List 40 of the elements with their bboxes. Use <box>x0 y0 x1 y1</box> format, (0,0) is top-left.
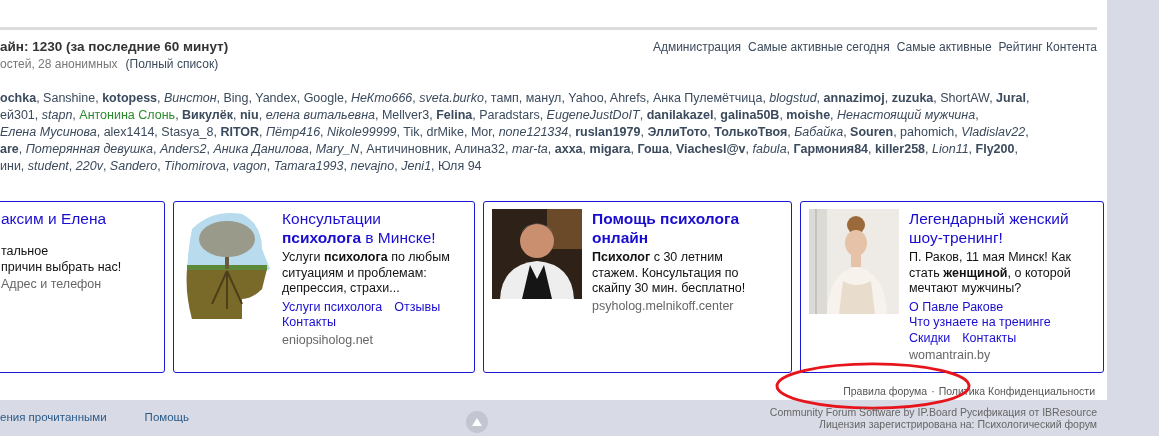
ad-link[interactable]: Контакты <box>282 315 336 331</box>
ad-link[interactable]: О Павле Ракове <box>909 299 1004 315</box>
credits-text: Лицензия зарегистрирована на: Психологический форум <box>818 418 1097 430</box>
ad-title[interactable]: Легендарный женский шоу-тренинг! <box>909 209 1099 247</box>
ad-link[interactable]: Что узнаете на тренинге <box>909 315 1051 331</box>
ad-title[interactable]: Помощь психолога онлайн <box>592 209 746 247</box>
ad-description: П. Раков, 11 мая Минск! Как стать женщиной, о которой мечтают мужчины? <box>909 250 1072 297</box>
ad-domain[interactable]: eniopsiholog.net <box>282 332 472 348</box>
up-arrow-icon <box>472 418 482 426</box>
ad-link[interactable]: Скидки <box>909 330 951 346</box>
ad-description: Психолог с 30 летним стажем. Консультация по скайпу 30 мин. бесплатно! <box>592 250 746 297</box>
ad-link[interactable]: Отзывы <box>394 299 441 315</box>
stats-link[interactable]: Самые активные <box>896 40 992 71</box>
ad-domain[interactable]: Адрес и телефон <box>1 277 122 292</box>
ad-description: Услуги психолога по любым ситуациям и проблемам: депрессия, страхи... <box>282 250 451 297</box>
ad-link[interactable]: Контакты <box>962 330 1017 346</box>
ad-description: тальное причин выбрать нас! <box>1 244 122 275</box>
stats-link[interactable]: Рейтинг Контента <box>998 40 1097 71</box>
footer-link[interactable]: Правила форума <box>843 385 928 397</box>
user-names: ини, student, 220v, Sandero, Tihomirova, vagon, Tamara1993, nevajno, Jeni1, Юля 94 <box>0 159 482 173</box>
ad-domain[interactable]: psyholog.melnikoff.center <box>592 298 746 314</box>
footer-nav-link[interactable]: Помощь <box>144 411 190 433</box>
footer-nav-link[interactable]: ения прочитанными <box>0 411 107 433</box>
user-names: , Викулёк, niu, елена витальевна, Mellver3, Felina, Paradstars, EugeneJustDoIT, danilakazel, galina50B, moishe, Ненастоящий мужчина, <box>175 108 979 122</box>
stats-link[interactable]: Самые активные сегодня <box>748 40 890 71</box>
ad-link[interactable]: Услуги психолога <box>282 299 383 315</box>
online-summary: остей, 28 анонимных <box>0 57 118 71</box>
ad-title[interactable]: Консультации психолога в Минске! <box>282 209 472 247</box>
user-names: are, Потерянная девушка, Anders2, Аника Данилова, Mary_N, Античиновник, Алина32, mar-ta, axxa, migara, Гоша, Viachesl@v, fabula, Гармония84, killer258, Lion11, Fly200, <box>0 142 1018 156</box>
credits-text: Community Forum Software by IP.Board Русификация от IBResource <box>769 406 1097 418</box>
back-to-top-button[interactable] <box>466 411 488 433</box>
online-title: айн: 1230 (за последние 60 минут) <box>0 39 229 54</box>
ad-domain[interactable]: womantrain.by <box>909 348 1099 363</box>
stats-link[interactable]: Администрация <box>652 40 742 71</box>
ad-title[interactable]: аксим и Елена <box>1 209 122 228</box>
full-list-link[interactable]: (Полный список) <box>125 57 219 71</box>
separator-dot: · <box>931 385 935 397</box>
user-names: ochka, Sanshine, kotopess, Винстон, Bing, Yandex, Google, НеКто666, sveta.burko, тамп, манул, Yahoo, Ahrefs, Анка Пулемётчица, blogstud, annazimoj, zuzuka, ShortAW, Jural, <box>0 91 1030 105</box>
user-names: ей301, stapn, <box>0 108 77 122</box>
user-names: Елена Мусинова, alex1414, Stasya_8, RITOR, Пётр416, Nikole99999, Tik, drMike, Mor, none121334, ruslan1979, ЭллиТото, ТолькоТвоя, Бабайка, Souren, pahomich, Vladislav22, <box>0 125 1029 139</box>
